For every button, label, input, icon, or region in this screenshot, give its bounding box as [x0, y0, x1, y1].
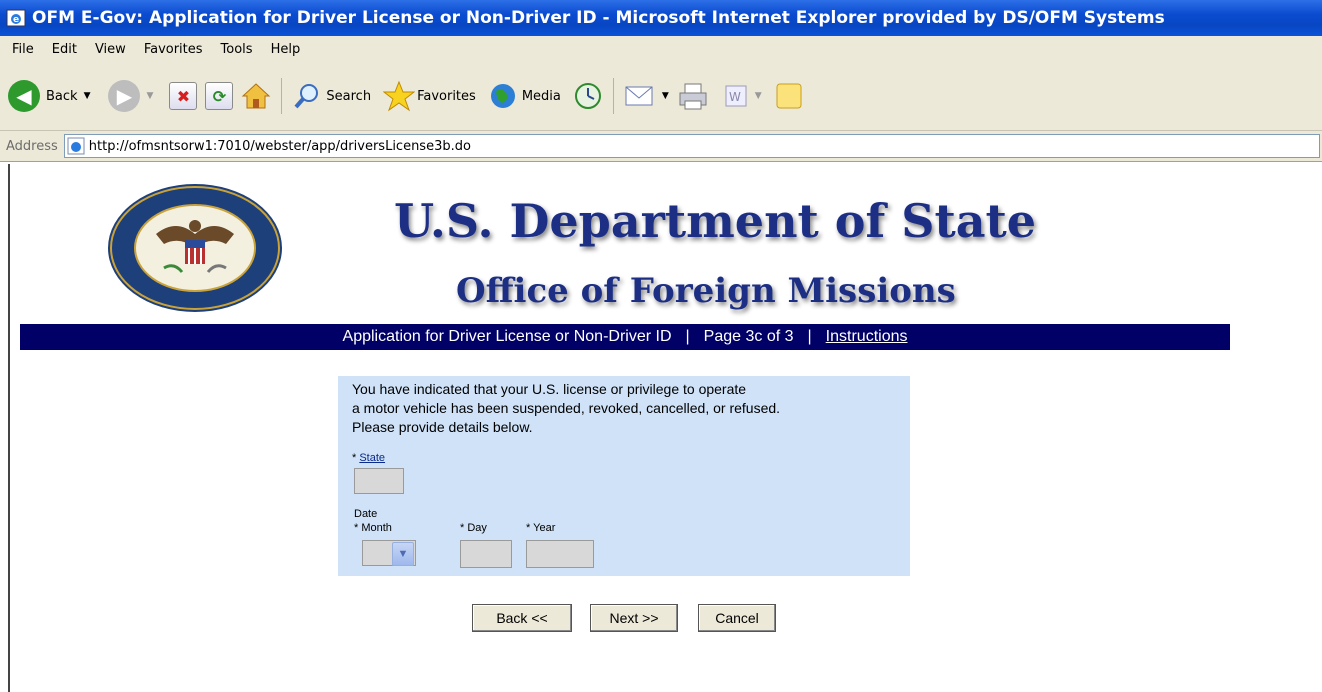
- toolbar-separator: [281, 78, 283, 114]
- month-select[interactable]: ▼: [362, 540, 416, 566]
- department-of-state-seal-icon: [108, 184, 282, 312]
- forward-arrow-icon: ▶: [108, 80, 141, 112]
- back-arrow-icon: ◀: [8, 80, 40, 112]
- menu-help[interactable]: Help: [271, 42, 301, 57]
- stop-button[interactable]: ✖: [169, 82, 198, 110]
- menu-edit[interactable]: Edit: [52, 42, 77, 57]
- page-indicator: Page 3c of 3: [703, 328, 794, 345]
- form-intro: You have indicated that your U.S. licens…: [352, 380, 780, 437]
- window-titlebar: e OFM E-Gov: Application for Driver Lice…: [0, 0, 1322, 36]
- nav-separator: |: [807, 328, 812, 345]
- nav-separator: |: [685, 328, 690, 345]
- history-icon: [574, 83, 601, 109]
- mail-icon: [625, 86, 653, 106]
- refresh-icon: ⟳: [205, 82, 234, 110]
- media-button-label: Media: [521, 88, 561, 104]
- back-step-button[interactable]: Back <<: [472, 604, 572, 632]
- day-input[interactable]: [460, 540, 512, 568]
- state-input[interactable]: [354, 468, 404, 494]
- stop-icon: ✖: [169, 82, 198, 110]
- nav-band: Application for Driver License or Non-Dr…: [20, 324, 1230, 350]
- year-input[interactable]: [526, 540, 594, 568]
- forward-button[interactable]: ▶ ▼: [108, 80, 153, 112]
- svg-text:e: e: [13, 15, 19, 25]
- next-step-button[interactable]: Next >>: [590, 604, 678, 632]
- address-input[interactable]: http://ofmsntsorw1:7010/webster/app/driv…: [63, 134, 1320, 158]
- favorites-button-label: Favorites: [417, 88, 476, 104]
- page-subtitle: Office of Foreign Missions: [456, 271, 956, 311]
- search-button[interactable]: Search: [292, 81, 371, 111]
- page-content: U.S. Department of State Office of Forei…: [8, 164, 1322, 692]
- instructions-link[interactable]: Instructions: [826, 328, 908, 346]
- refresh-button[interactable]: ⟳: [205, 82, 234, 110]
- forward-dropdown-icon[interactable]: ▼: [146, 91, 153, 101]
- favorites-button[interactable]: Favorites: [383, 80, 476, 112]
- date-label: Date: [354, 508, 378, 520]
- month-label: * Month: [354, 522, 392, 534]
- menu-favorites[interactable]: Favorites: [144, 42, 203, 57]
- page-ie-icon: [67, 137, 85, 155]
- history-button[interactable]: [573, 81, 603, 111]
- search-icon: [294, 84, 319, 109]
- menu-bar: File Edit View Favorites Tools Help: [0, 36, 1322, 63]
- media-button[interactable]: Media: [488, 81, 561, 111]
- messenger-button[interactable]: [774, 81, 804, 111]
- state-label: * State: [352, 452, 385, 464]
- mail-dropdown-icon[interactable]: ▼: [662, 91, 669, 101]
- back-button-label: Back: [46, 88, 78, 104]
- menu-tools[interactable]: Tools: [221, 42, 253, 57]
- intro-line: a motor vehicle has been suspended, revo…: [352, 400, 781, 416]
- browser-toolbar: ◀ Back ▼ ▶ ▼ ✖ ⟳ Search Favorites Media …: [0, 62, 1322, 131]
- address-label: Address: [6, 138, 58, 154]
- app-name: Application for Driver License or Non-Dr…: [342, 328, 672, 345]
- toolbar-separator: [612, 78, 614, 114]
- day-label: * Day: [460, 522, 487, 534]
- year-label: * Year: [526, 522, 556, 534]
- page-title: U.S. Department of State: [394, 194, 1037, 248]
- state-link[interactable]: State: [359, 452, 385, 464]
- suspension-details-form: You have indicated that your U.S. licens…: [338, 376, 910, 576]
- menu-view[interactable]: View: [95, 42, 126, 57]
- home-button[interactable]: [241, 81, 271, 111]
- note-icon: [776, 83, 802, 109]
- intro-line: You have indicated that your U.S. licens…: [352, 381, 747, 397]
- media-globe-icon: [490, 84, 515, 108]
- mail-button[interactable]: ▼: [624, 83, 669, 109]
- print-icon: [679, 83, 707, 110]
- edit-dropdown-icon[interactable]: ▼: [755, 91, 762, 101]
- window-title: OFM E-Gov: Application for Driver Licens…: [32, 8, 1165, 28]
- word-edit-icon: W: [725, 85, 747, 107]
- back-button[interactable]: ◀ Back ▼: [8, 80, 90, 112]
- cancel-button[interactable]: Cancel: [698, 604, 776, 632]
- address-url: http://ofmsntsorw1:7010/webster/app/driv…: [88, 138, 471, 154]
- back-dropdown-icon[interactable]: ▼: [84, 91, 91, 101]
- ie-window-icon: e: [6, 9, 26, 27]
- address-bar: Address http://ofmsntsorw1:7010/webster/…: [0, 131, 1322, 162]
- home-icon: [242, 83, 271, 109]
- edit-button[interactable]: W ▼: [723, 83, 762, 109]
- favorites-star-icon: [383, 80, 416, 112]
- svg-text:W: W: [729, 90, 741, 104]
- menu-file[interactable]: File: [12, 42, 34, 57]
- intro-line: Please provide details below.: [352, 419, 533, 435]
- search-button-label: Search: [326, 88, 372, 104]
- print-button[interactable]: [677, 81, 709, 111]
- chevron-down-icon[interactable]: ▼: [392, 542, 414, 566]
